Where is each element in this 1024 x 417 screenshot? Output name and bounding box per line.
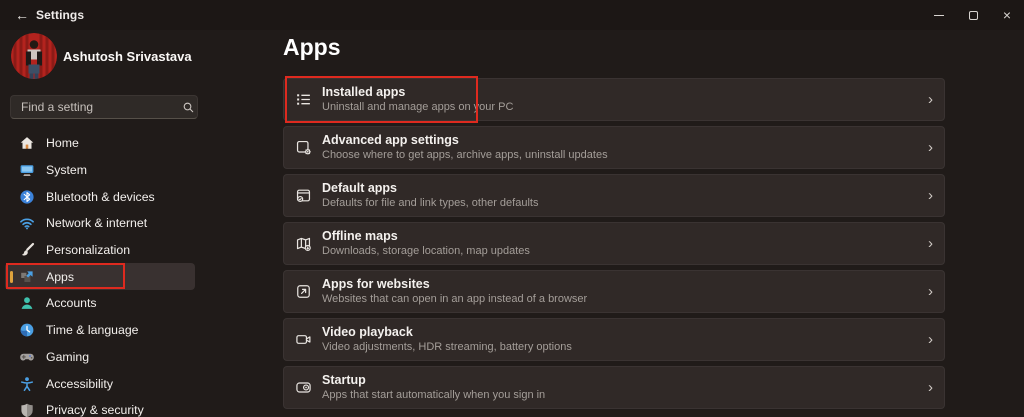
advanced-app-settings-icon <box>295 139 312 156</box>
default-apps-icon <box>295 187 312 204</box>
chevron-right-icon: › <box>928 282 933 299</box>
system-icon <box>19 162 35 178</box>
sidebar-item-label: Gaming <box>46 350 89 364</box>
row-default-apps[interactable]: Default appsDefaults for file and link t… <box>283 174 945 217</box>
row-title: Advanced app settings <box>322 133 608 148</box>
row-subtitle: Choose where to get apps, archive apps, … <box>322 149 608 162</box>
sidebar-item-gaming[interactable]: Gaming <box>5 344 195 371</box>
privacy-security-icon <box>19 402 35 417</box>
sidebar-item-label: Time & language <box>46 323 139 337</box>
bluetooth-icon <box>19 189 35 205</box>
back-button[interactable]: ← <box>8 2 36 28</box>
sidebar-item-bluetooth-devices[interactable]: Bluetooth & devices <box>5 183 195 210</box>
page-title: Apps <box>283 34 341 61</box>
chevron-right-icon: › <box>928 138 933 155</box>
row-subtitle: Video adjustments, HDR streaming, batter… <box>322 341 572 354</box>
sidebar-item-time-language[interactable]: Time & language <box>5 317 195 344</box>
startup-icon <box>295 379 312 396</box>
chevron-right-icon: › <box>928 378 933 395</box>
video-playback-icon <box>295 331 312 348</box>
row-title: Startup <box>322 373 545 388</box>
row-subtitle: Apps that start automatically when you s… <box>322 389 545 402</box>
personalization-icon <box>19 242 35 258</box>
row-subtitle: Uninstall and manage apps on your PC <box>322 101 513 114</box>
installed-apps-icon <box>295 91 312 108</box>
chevron-right-icon: › <box>928 186 933 203</box>
row-offline-maps[interactable]: Offline mapsDownloads, storage location,… <box>283 222 945 265</box>
time-language-icon <box>19 322 35 338</box>
chevron-right-icon: › <box>928 234 933 251</box>
network-icon <box>19 215 35 231</box>
row-subtitle: Websites that can open in an app instead… <box>322 293 587 306</box>
user-name: Ashutosh Srivastava <box>63 49 192 64</box>
sidebar-item-apps[interactable]: Apps <box>5 263 195 290</box>
row-startup[interactable]: StartupApps that start automatically whe… <box>283 366 945 409</box>
row-title: Offline maps <box>322 229 530 244</box>
sidebar-item-label: System <box>46 163 87 177</box>
sidebar-item-label: Privacy & security <box>46 403 144 417</box>
apps-icon <box>19 269 35 285</box>
search-icon[interactable] <box>182 101 195 114</box>
window-title: Settings <box>36 8 84 22</box>
back-arrow-icon: ← <box>15 7 29 23</box>
sidebar-item-network-internet[interactable]: Network & internet <box>5 210 195 237</box>
sidebar-item-accounts[interactable]: Accounts <box>5 290 195 317</box>
maximize-button[interactable] <box>956 0 990 30</box>
sidebar-item-personalization[interactable]: Personalization <box>5 237 195 264</box>
row-title: Default apps <box>322 181 538 196</box>
row-title: Installed apps <box>322 85 513 100</box>
sidebar-item-home[interactable]: Home <box>5 130 195 157</box>
search-input[interactable] <box>11 100 182 114</box>
close-icon: × <box>1003 8 1011 22</box>
row-subtitle: Downloads, storage location, map updates <box>322 245 530 258</box>
sidebar-item-accessibility[interactable]: Accessibility <box>5 370 195 397</box>
window-controls: × <box>922 0 1024 30</box>
accounts-icon <box>19 295 35 311</box>
maximize-icon <box>969 11 978 20</box>
close-button[interactable]: × <box>990 0 1024 30</box>
apps-for-websites-icon <box>295 283 312 300</box>
sidebar-item-label: Accessibility <box>46 377 113 391</box>
sidebar-item-label: Personalization <box>46 243 130 257</box>
gaming-icon <box>19 349 35 365</box>
sidebar-item-label: Network & internet <box>46 216 147 230</box>
avatar <box>11 33 57 79</box>
row-title: Apps for websites <box>322 277 587 292</box>
offline-maps-icon <box>295 235 312 252</box>
row-subtitle: Defaults for file and link types, other … <box>322 197 538 210</box>
sidebar-item-label: Home <box>46 136 79 150</box>
titlebar: ← Settings × <box>0 0 1024 30</box>
settings-rows: Installed appsUninstall and manage apps … <box>283 78 945 414</box>
row-apps-for-websites[interactable]: Apps for websitesWebsites that can open … <box>283 270 945 313</box>
minimize-icon <box>934 15 944 16</box>
row-video-playback[interactable]: Video playbackVideo adjustments, HDR str… <box>283 318 945 361</box>
sidebar-item-label: Bluetooth & devices <box>46 190 155 204</box>
chevron-right-icon: › <box>928 90 933 107</box>
sidebar-item-system[interactable]: System <box>5 157 195 184</box>
row-title: Video playback <box>322 325 572 340</box>
search-box <box>10 95 198 119</box>
chevron-right-icon: › <box>928 330 933 347</box>
home-icon <box>19 135 35 151</box>
sidebar-nav: Home System Bluetooth & devices Network … <box>5 130 195 417</box>
row-installed-apps[interactable]: Installed appsUninstall and manage apps … <box>283 78 945 121</box>
row-advanced-app-settings[interactable]: Advanced app settingsChoose where to get… <box>283 126 945 169</box>
minimize-button[interactable] <box>922 0 956 30</box>
sidebar-item-privacy-security[interactable]: Privacy & security <box>5 397 195 417</box>
sidebar-item-label: Apps <box>46 270 74 284</box>
accessibility-icon <box>19 376 35 392</box>
sidebar-item-label: Accounts <box>46 296 97 310</box>
